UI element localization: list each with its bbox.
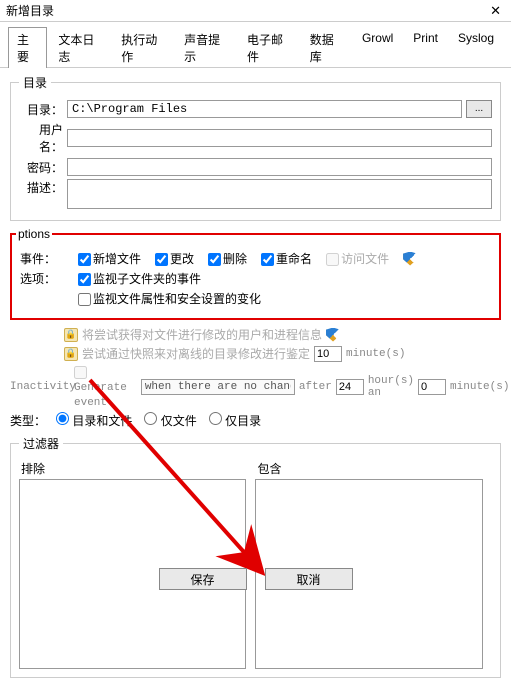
radio-dirs-label[interactable]: 仅目录 bbox=[209, 412, 261, 429]
tab-main[interactable]: 主要 bbox=[8, 27, 47, 68]
dir-label: 目录： bbox=[19, 101, 63, 118]
desc-label: 描述： bbox=[19, 179, 63, 196]
section-filters: 过滤器 排除 包含 bbox=[10, 435, 501, 678]
inactivity-select bbox=[141, 379, 295, 395]
dir-input[interactable] bbox=[67, 100, 462, 118]
tab-textlog[interactable]: 文本日志 bbox=[49, 27, 110, 68]
cb-generate bbox=[74, 366, 87, 379]
radio-files[interactable] bbox=[144, 412, 157, 425]
cb-new-label[interactable]: 新增文件 bbox=[78, 250, 141, 267]
include-label: 包含 bbox=[257, 460, 482, 477]
pwd-input[interactable] bbox=[67, 158, 492, 176]
cb-subfolders[interactable] bbox=[78, 273, 91, 286]
tab-print[interactable]: Print bbox=[404, 27, 447, 68]
events-label: 事件： bbox=[20, 250, 58, 267]
tab-email[interactable]: 电子邮件 bbox=[238, 27, 299, 68]
cb-subfolders-label[interactable]: 监视子文件夹的事件 bbox=[78, 270, 201, 287]
hours-input[interactable] bbox=[336, 379, 364, 395]
cb-delete[interactable] bbox=[208, 253, 221, 266]
title-bar: 新增目录 ✕ bbox=[0, 0, 511, 22]
lock-text-2: 尝试通过快照来对离线的目录修改进行鉴定 bbox=[82, 345, 310, 362]
radio-files-label[interactable]: 仅文件 bbox=[144, 412, 196, 429]
tab-actions[interactable]: 执行动作 bbox=[112, 27, 173, 68]
cb-change-label[interactable]: 更改 bbox=[155, 250, 194, 267]
tab-growl[interactable]: Growl bbox=[353, 27, 402, 68]
pwd-label: 密码： bbox=[19, 159, 63, 176]
radio-dirs[interactable] bbox=[209, 412, 222, 425]
exclude-label: 排除 bbox=[21, 460, 246, 477]
cb-access-label: 访问文件 bbox=[326, 250, 389, 267]
close-icon[interactable]: ✕ bbox=[486, 3, 505, 19]
lock-icon: 🔒 bbox=[64, 328, 78, 342]
minutes-suffix: minute(s) bbox=[346, 348, 405, 360]
cancel-button[interactable]: 取消 bbox=[265, 568, 353, 590]
lock-row-1: 🔒 将尝试获得对文件进行修改的用户和进程信息 bbox=[64, 326, 501, 343]
section-directory: 目录 目录： ... 用户名： 密码： 描述： bbox=[10, 74, 501, 221]
after-label: after bbox=[299, 381, 332, 393]
button-bar: 保存 取消 bbox=[0, 568, 511, 590]
shield-icon bbox=[326, 328, 340, 342]
cb-rename[interactable] bbox=[261, 253, 274, 266]
desc-input[interactable] bbox=[67, 179, 492, 209]
tab-syslog[interactable]: Syslog bbox=[449, 27, 503, 68]
cb-attrs[interactable] bbox=[78, 293, 91, 306]
type-label: 类型： bbox=[10, 412, 54, 429]
options-legend: ptions bbox=[16, 227, 52, 241]
directory-legend: 目录 bbox=[19, 74, 51, 91]
shield-icon bbox=[403, 252, 417, 266]
save-button[interactable]: 保存 bbox=[159, 568, 247, 590]
snapshot-minutes-input[interactable] bbox=[314, 346, 342, 362]
cb-access bbox=[326, 253, 339, 266]
cb-change[interactable] bbox=[155, 253, 168, 266]
tab-database[interactable]: 数据库 bbox=[301, 27, 351, 68]
opts-label: 选项： bbox=[20, 270, 58, 287]
min2-input[interactable] bbox=[418, 379, 446, 395]
cb-new[interactable] bbox=[78, 253, 91, 266]
radio-both[interactable] bbox=[56, 412, 69, 425]
tab-bar: 主要 文本日志 执行动作 声音提示 电子邮件 数据库 Growl Print S… bbox=[0, 22, 511, 68]
cb-attrs-label[interactable]: 监视文件属性和安全设置的变化 bbox=[78, 290, 261, 307]
tab-sound[interactable]: 声音提示 bbox=[175, 27, 236, 68]
min2-suffix: minute(s) bbox=[450, 381, 509, 393]
filters-legend: 过滤器 bbox=[19, 435, 63, 452]
inactivity-label: Inactivity bbox=[10, 381, 70, 393]
cb-delete-label[interactable]: 删除 bbox=[208, 250, 247, 267]
window-title: 新增目录 bbox=[6, 2, 54, 19]
radio-both-label[interactable]: 目录和文件 bbox=[56, 412, 132, 429]
cb-generate-label: Generate event bbox=[74, 365, 127, 409]
lock-row-2: 🔒 尝试通过快照来对离线的目录修改进行鉴定 minute(s) bbox=[64, 345, 501, 362]
user-label: 用户名： bbox=[19, 121, 63, 155]
hours-suffix: hour(s) an bbox=[368, 375, 414, 399]
cb-rename-label[interactable]: 重命名 bbox=[261, 250, 312, 267]
lock-icon: 🔒 bbox=[64, 347, 78, 361]
lock-text-1: 将尝试获得对文件进行修改的用户和进程信息 bbox=[82, 326, 322, 343]
user-input[interactable] bbox=[67, 129, 492, 147]
section-options: ptions 事件： 新增文件 更改 删除 重命名 访问文件 选项： 监视子文件… bbox=[10, 227, 501, 320]
browse-button[interactable]: ... bbox=[466, 100, 492, 118]
